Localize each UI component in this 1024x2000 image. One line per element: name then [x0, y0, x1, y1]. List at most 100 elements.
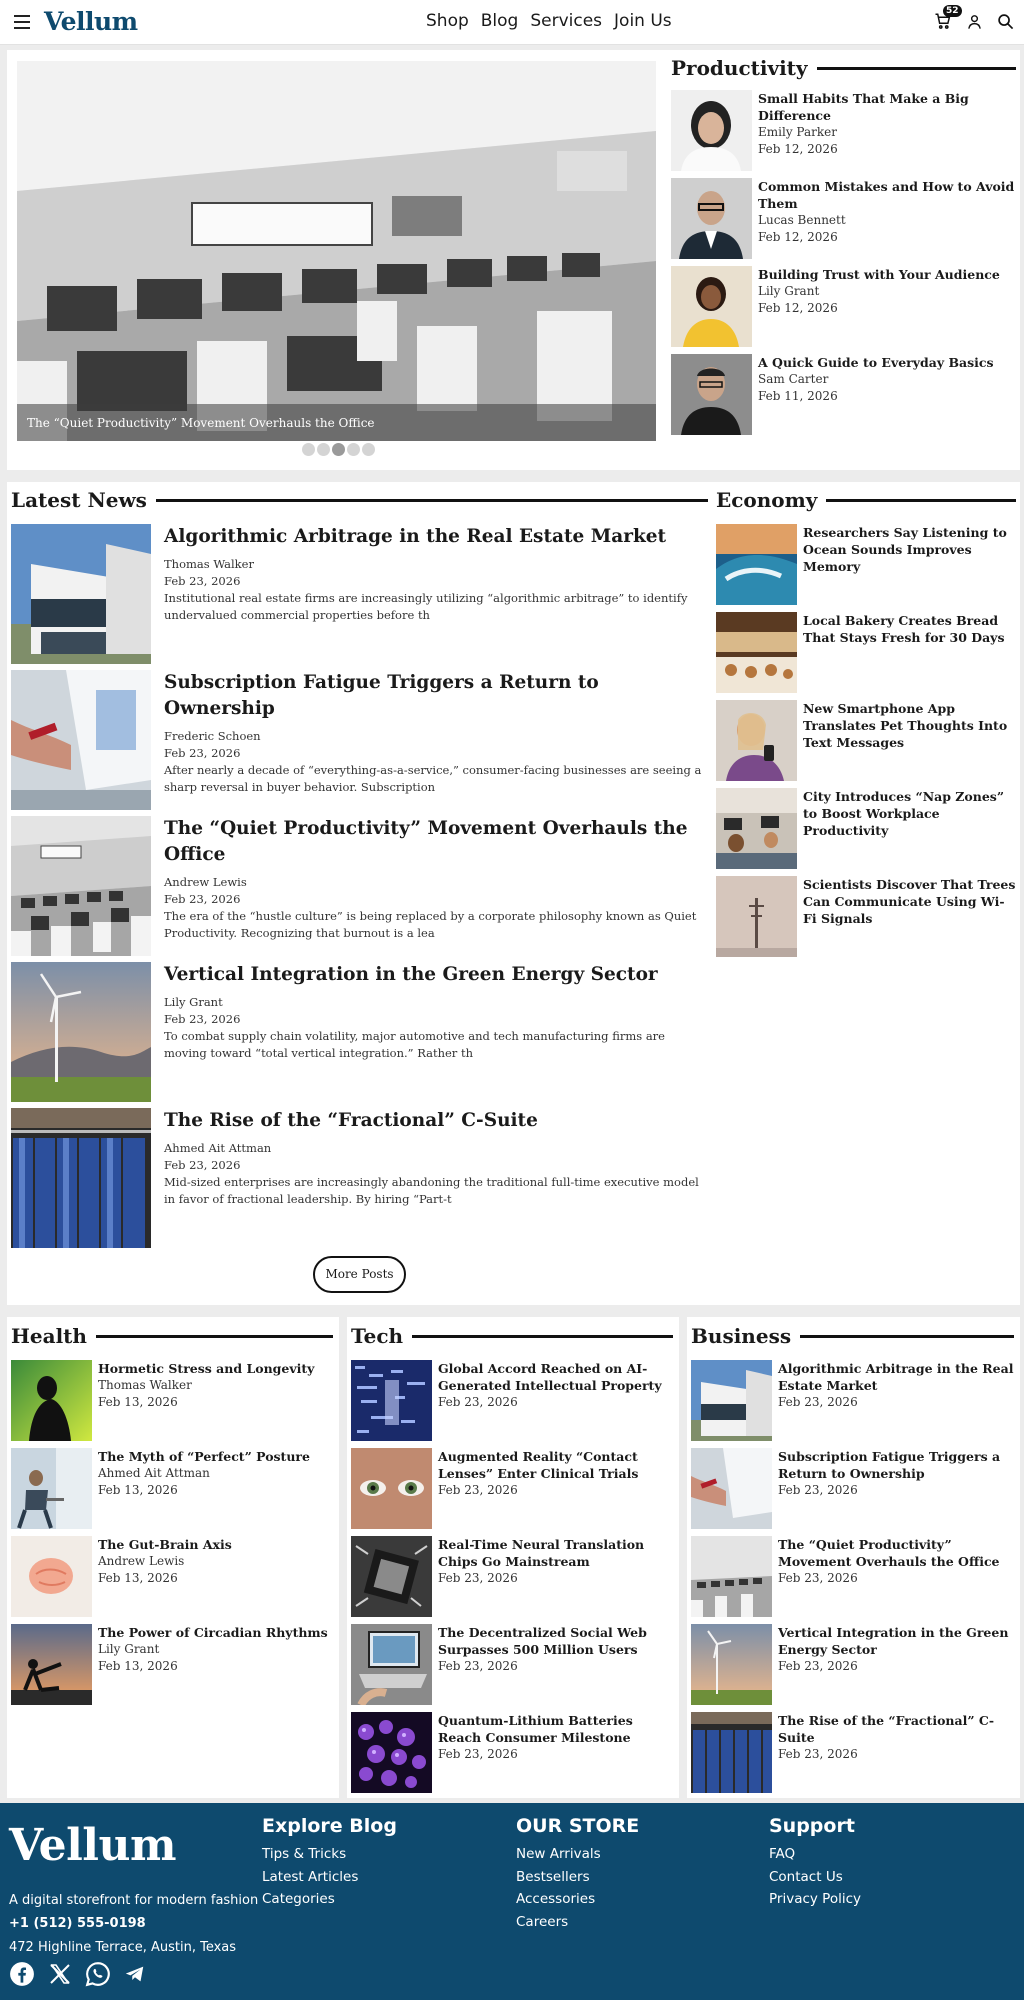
- article-title[interactable]: The Rise of the “Fractional” C-Suite: [778, 1712, 1014, 1746]
- article-title[interactable]: Local Bakery Creates Bread That Stays Fr…: [803, 612, 1016, 646]
- list-item[interactable]: City Introduces “Nap Zones” to Boost Wor…: [716, 788, 1016, 869]
- news-item[interactable]: Algorithmic Arbitrage in the Real Estate…: [11, 524, 701, 664]
- article-thumbnail[interactable]: [691, 1448, 772, 1529]
- news-item[interactable]: The “Quiet Productivity” Movement Overha…: [11, 816, 701, 956]
- article-thumbnail[interactable]: [11, 1536, 92, 1617]
- article-title[interactable]: The Myth of “Perfect” Posture: [98, 1448, 310, 1465]
- footer-link[interactable]: Contact Us: [769, 1866, 861, 1889]
- list-item[interactable]: The Decentralized Social Web Surpasses 5…: [351, 1624, 673, 1705]
- list-item[interactable]: Global Accord Reached on AI-Generated In…: [351, 1360, 673, 1441]
- article-thumbnail[interactable]: [691, 1712, 772, 1793]
- list-item[interactable]: Vertical Integration in the Green Energy…: [691, 1624, 1014, 1705]
- footer-link[interactable]: Privacy Policy: [769, 1888, 861, 1911]
- article-title[interactable]: Vertical Integration in the Green Energy…: [778, 1624, 1014, 1658]
- article-thumbnail[interactable]: [351, 1712, 432, 1793]
- site-logo[interactable]: Vellum: [44, 7, 138, 36]
- article-title[interactable]: Quantum-Lithium Batteries Reach Consumer…: [438, 1712, 673, 1746]
- list-item[interactable]: Researchers Say Listening to Ocean Sound…: [716, 524, 1016, 605]
- nav-shop[interactable]: Shop: [426, 11, 469, 31]
- article-thumbnail[interactable]: [691, 1360, 772, 1441]
- article-title[interactable]: Common Mistakes and How to Avoid Them: [758, 178, 1016, 212]
- whatsapp-icon[interactable]: [85, 1961, 111, 1987]
- article-title[interactable]: The “Quiet Productivity” Movement Overha…: [778, 1536, 1014, 1570]
- article-thumbnail[interactable]: [11, 1108, 151, 1248]
- article-thumbnail[interactable]: [11, 1360, 92, 1441]
- article-title[interactable]: Building Trust with Your Audience: [758, 266, 1000, 283]
- list-item[interactable]: Real-Time Neural Translation Chips Go Ma…: [351, 1536, 673, 1617]
- article-title[interactable]: Hormetic Stress and Longevity: [98, 1360, 314, 1377]
- list-item[interactable]: Augmented Reality “Contact Lenses” Enter…: [351, 1448, 673, 1529]
- news-item[interactable]: Vertical Integration in the Green Energy…: [11, 962, 701, 1102]
- article-thumbnail[interactable]: [351, 1448, 432, 1529]
- article-title[interactable]: The “Quiet Productivity” Movement Overha…: [164, 816, 709, 868]
- menu-icon[interactable]: [14, 15, 30, 29]
- nav-services[interactable]: Services: [530, 11, 602, 31]
- article-thumbnail[interactable]: [716, 524, 797, 605]
- footer-link[interactable]: Tips & Tricks: [262, 1843, 397, 1866]
- list-item[interactable]: The Power of Circadian Rhythms Lily Grant…: [11, 1624, 333, 1705]
- list-item[interactable]: Hormetic Stress and Longevity Thomas Walk…: [11, 1360, 333, 1441]
- slider-dot[interactable]: [362, 443, 375, 456]
- list-item[interactable]: The Gut-Brain Axis Andrew Lewis Feb 13, 20…: [11, 1536, 333, 1617]
- article-thumbnail[interactable]: [11, 1448, 92, 1529]
- article-title[interactable]: New Smartphone App Translates Pet Though…: [803, 700, 1016, 751]
- article-thumbnail[interactable]: [11, 524, 151, 664]
- footer-link[interactable]: FAQ: [769, 1843, 861, 1866]
- article-thumbnail[interactable]: [671, 90, 752, 171]
- article-thumbnail[interactable]: [691, 1536, 772, 1617]
- article-thumbnail[interactable]: [716, 788, 797, 869]
- list-item[interactable]: Quantum-Lithium Batteries Reach Consumer…: [351, 1712, 673, 1793]
- list-item[interactable]: The Myth of “Perfect” Posture Ahmed Ait A…: [11, 1448, 333, 1529]
- nav-join-us[interactable]: Join Us: [614, 11, 672, 31]
- article-thumbnail[interactable]: [11, 1624, 92, 1705]
- article-title[interactable]: The Rise of the “Fractional” C-Suite: [164, 1108, 709, 1134]
- news-item[interactable]: The Rise of the “Fractional” C-Suite Ahm…: [11, 1108, 701, 1248]
- article-title[interactable]: Global Accord Reached on AI-Generated In…: [438, 1360, 673, 1394]
- footer-logo[interactable]: Vellum: [9, 1820, 177, 1871]
- more-posts-button[interactable]: More Posts: [313, 1256, 406, 1293]
- footer-link[interactable]: Bestsellers: [516, 1866, 639, 1889]
- article-thumbnail[interactable]: [691, 1624, 772, 1705]
- search-icon[interactable]: [997, 13, 1014, 30]
- news-item[interactable]: Subscription Fatigue Triggers a Return t…: [11, 670, 701, 810]
- list-item[interactable]: Building Trust with Your Audience Lily Gr…: [671, 266, 1016, 347]
- article-thumbnail[interactable]: [716, 876, 797, 957]
- x-icon[interactable]: [48, 1962, 72, 1986]
- nav-blog[interactable]: Blog: [481, 11, 519, 31]
- article-title[interactable]: The Power of Circadian Rhythms: [98, 1624, 328, 1641]
- article-thumbnail[interactable]: [671, 178, 752, 259]
- article-title[interactable]: Small Habits That Make a Big Difference: [758, 90, 1016, 124]
- slider-dot-active[interactable]: [332, 443, 345, 456]
- hero-slide[interactable]: The “Quiet Productivity” Movement Overha…: [17, 61, 656, 441]
- user-icon[interactable]: [966, 13, 983, 30]
- slider-dot[interactable]: [302, 443, 315, 456]
- article-thumbnail[interactable]: [351, 1360, 432, 1441]
- list-item[interactable]: Common Mistakes and How to Avoid Them Luc…: [671, 178, 1016, 259]
- list-item[interactable]: Algorithmic Arbitrage in the Real Estate…: [691, 1360, 1014, 1441]
- article-thumbnail[interactable]: [11, 670, 151, 810]
- article-title[interactable]: City Introduces “Nap Zones” to Boost Wor…: [803, 788, 1016, 839]
- footer-phone[interactable]: +1 (512) 555-0198: [9, 1916, 146, 1931]
- article-title[interactable]: Augmented Reality “Contact Lenses” Enter…: [438, 1448, 673, 1482]
- list-item[interactable]: Local Bakery Creates Bread That Stays Fr…: [716, 612, 1016, 693]
- slider-dot[interactable]: [347, 443, 360, 456]
- article-title[interactable]: Real-Time Neural Translation Chips Go Ma…: [438, 1536, 673, 1570]
- article-thumbnail[interactable]: [11, 816, 151, 956]
- article-title[interactable]: Vertical Integration in the Green Energy…: [164, 962, 709, 988]
- list-item[interactable]: The Rise of the “Fractional” C-Suite Feb …: [691, 1712, 1014, 1793]
- article-title[interactable]: Algorithmic Arbitrage in the Real Estate…: [778, 1360, 1014, 1394]
- footer-link[interactable]: New Arrivals: [516, 1843, 639, 1866]
- facebook-icon[interactable]: [9, 1961, 35, 1987]
- article-title[interactable]: Scientists Discover That Trees Can Commu…: [803, 876, 1016, 927]
- list-item[interactable]: New Smartphone App Translates Pet Though…: [716, 700, 1016, 781]
- article-thumbnail[interactable]: [351, 1624, 432, 1705]
- slider-dot[interactable]: [317, 443, 330, 456]
- article-thumbnail[interactable]: [671, 266, 752, 347]
- footer-link[interactable]: Categories: [262, 1888, 397, 1911]
- article-title[interactable]: Subscription Fatigue Triggers a Return t…: [778, 1448, 1014, 1482]
- article-thumbnail[interactable]: [11, 962, 151, 1102]
- article-title[interactable]: Researchers Say Listening to Ocean Sound…: [803, 524, 1016, 575]
- article-title[interactable]: Algorithmic Arbitrage in the Real Estate…: [164, 524, 709, 550]
- article-title[interactable]: A Quick Guide to Everyday Basics: [758, 354, 994, 371]
- article-title[interactable]: Subscription Fatigue Triggers a Return t…: [164, 670, 709, 722]
